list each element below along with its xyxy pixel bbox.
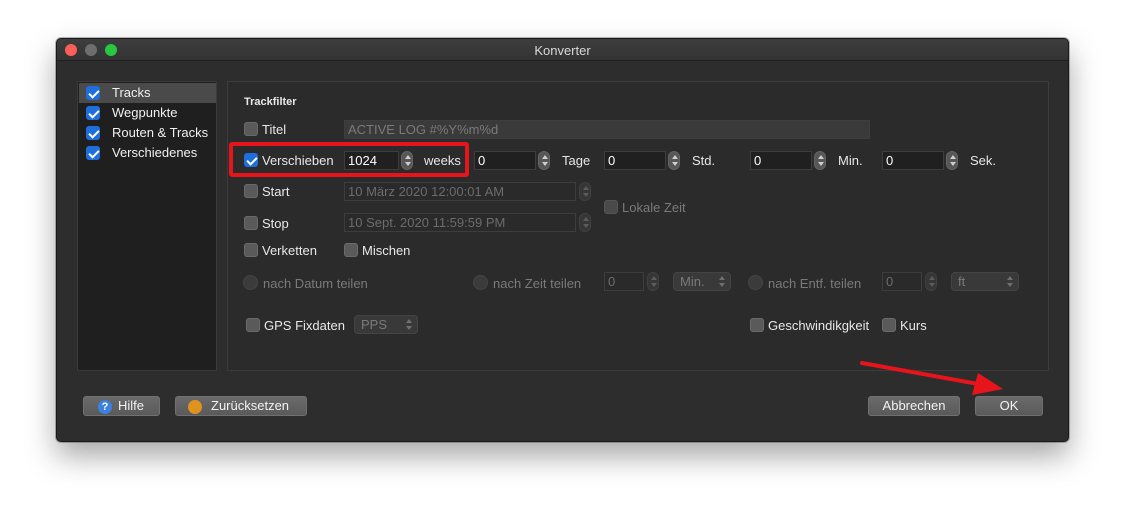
annotation-arrow-icon [860,361,1003,395]
